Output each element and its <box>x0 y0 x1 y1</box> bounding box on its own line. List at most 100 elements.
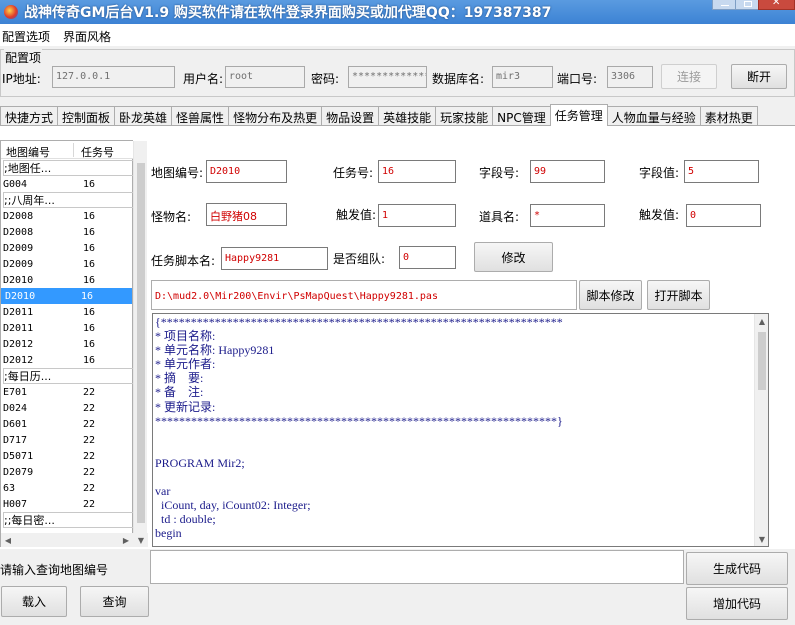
list-scrollbar[interactable] <box>133 141 147 547</box>
list-item[interactable]: ;每日历... <box>3 368 134 384</box>
field-value-field[interactable]: 5 <box>684 160 759 183</box>
column-task-no[interactable]: 任务号 <box>81 144 114 160</box>
script-path-box[interactable]: D:\mud2.0\Mir200\Envir\PsMapQuest\Happy9… <box>151 280 577 310</box>
password-field[interactable]: ************* <box>348 66 427 88</box>
add-code-button[interactable]: 增加代码 <box>686 587 788 620</box>
tab-task-management[interactable]: 任务管理 <box>549 104 608 126</box>
trigger-value2-field[interactable]: 0 <box>686 204 761 227</box>
list-item[interactable]: D2079 22 <box>3 464 134 480</box>
tab-monster-distribution[interactable]: 怪物分布及热更 <box>228 106 323 126</box>
close-button[interactable]: ✕ <box>758 0 795 10</box>
list-item-task-no: 22 <box>83 498 96 510</box>
menu-bar <box>0 24 795 46</box>
list-item[interactable]: D601 22 <box>3 416 134 432</box>
tab-hero-skills[interactable]: 英雄技能 <box>378 106 437 126</box>
port-field[interactable]: 3306 <box>607 66 653 88</box>
list-item[interactable]: D2012 16 <box>3 336 134 352</box>
app-icon <box>4 5 18 19</box>
list-item[interactable]: G004 16 <box>3 176 134 192</box>
load-button[interactable]: 载入 <box>1 586 67 617</box>
list-item[interactable]: D2012 16 <box>3 352 134 368</box>
generate-code-button[interactable]: 生成代码 <box>686 552 788 585</box>
list-item-map-id: D2011 <box>3 306 34 318</box>
team-field[interactable]: 0 <box>399 246 456 269</box>
task-no-field[interactable]: 16 <box>378 160 456 183</box>
list-item[interactable]: D2010 16 <box>1 288 132 304</box>
connect-button[interactable]: 连接 <box>661 64 717 89</box>
editor-scrollbar[interactable]: ▲ ▼ <box>754 314 768 546</box>
query-button[interactable]: 查询 <box>80 586 149 617</box>
list-scroll-thumb[interactable] <box>137 163 145 523</box>
item-name-field[interactable]: * <box>530 204 605 227</box>
username-field[interactable]: root <box>225 66 305 88</box>
script-path-text: D:\mud2.0\Mir200\Envir\PsMapQuest\Happy9… <box>155 291 438 302</box>
list-item-map-id: E701 <box>3 386 28 398</box>
tab-control-panel[interactable]: 控制面板 <box>57 106 116 126</box>
list-item-map-id: 63 <box>3 482 16 494</box>
maximize-button[interactable] <box>735 0 759 10</box>
list-item-map-id: D2079 <box>3 466 34 478</box>
scroll-right-icon[interactable]: ▶ <box>119 533 133 547</box>
list-item[interactable]: ;;八周年... <box>3 192 134 208</box>
modify-button[interactable]: 修改 <box>474 242 553 272</box>
disconnect-button[interactable]: 断开 <box>731 64 787 89</box>
trigger-value-field[interactable]: 1 <box>378 204 456 227</box>
list-item[interactable]: D2008 16 <box>3 208 134 224</box>
list-item-task-no: 22 <box>83 386 96 398</box>
field-no-field[interactable]: 99 <box>530 160 605 183</box>
list-item[interactable]: D2011 16 <box>3 304 134 320</box>
editor-scroll-down-icon[interactable]: ▼ <box>755 532 769 546</box>
list-item[interactable]: D2011 16 <box>3 320 134 336</box>
list-item[interactable]: ;;每日密... <box>3 512 134 528</box>
column-map-id[interactable]: 地图编号 <box>6 144 50 160</box>
minimize-button[interactable] <box>712 0 736 10</box>
list-item[interactable]: D717 22 <box>3 432 134 448</box>
list-item-task-no: 22 <box>83 418 96 430</box>
item-name-label: 道具名: <box>479 210 520 224</box>
tab-player-skills[interactable]: 玩家技能 <box>435 106 494 126</box>
list-item[interactable]: 63 22 <box>3 480 134 496</box>
trigger-value2-label: 触发值: <box>639 208 680 222</box>
tab-asset-hotupdate[interactable]: 素材热更 <box>699 106 758 126</box>
list-item-task-no: 22 <box>83 450 96 462</box>
scroll-left-icon[interactable]: ◀ <box>1 533 15 547</box>
team-label: 是否组队: <box>333 252 386 266</box>
list-item[interactable]: ;地图任... <box>3 160 134 176</box>
list-item[interactable]: D2009 16 <box>3 256 134 272</box>
tab-item-settings[interactable]: 物品设置 <box>321 106 380 126</box>
tab-monster-attributes[interactable]: 怪兽属性 <box>171 106 230 126</box>
script-code[interactable]: {***************************************… <box>155 315 753 541</box>
tab-hp-experience[interactable]: 人物血量与经验 <box>606 106 701 126</box>
list-item[interactable]: D2008 16 <box>3 224 134 240</box>
tab-wolong-hero[interactable]: 卧龙英雄 <box>114 106 173 126</box>
list-item[interactable]: D2009 16 <box>3 240 134 256</box>
map-id-field[interactable]: D2010 <box>206 160 287 183</box>
db-name-field[interactable]: mir3 <box>492 66 553 88</box>
list-item[interactable]: D2010 16 <box>3 272 134 288</box>
ip-field[interactable]: 127.0.0.1 <box>52 66 175 88</box>
tab-npc-management[interactable]: NPC管理 <box>492 106 551 126</box>
list-item-map-id: ;每日历... <box>4 370 52 383</box>
menu-config-options[interactable]: 配置选项 <box>2 28 50 45</box>
list-header: 地图编号 任务号 <box>1 141 133 159</box>
monster-name-field[interactable]: 白野猪08 <box>206 203 287 226</box>
window-title: 战神传奇GM后台V1.9 购买软件请在软件登录界面购买或加代理QQ：197387… <box>24 5 552 21</box>
list-item-map-id: H007 <box>3 498 28 510</box>
editor-scroll-up-icon[interactable]: ▲ <box>755 314 769 328</box>
list-item[interactable]: E701 22 <box>3 384 134 400</box>
scroll-down-icon[interactable]: ▼ <box>134 533 148 547</box>
tab-shortcuts[interactable]: 快捷方式 <box>0 106 59 126</box>
list-item[interactable]: D024 22 <box>3 400 134 416</box>
code-input[interactable] <box>150 550 684 584</box>
script-name-field[interactable]: Happy9281 <box>221 247 328 270</box>
list-item-task-no: 16 <box>83 306 96 318</box>
list-item-task-no: 16 <box>83 274 96 286</box>
menu-ui-style[interactable]: 界面风格 <box>63 28 111 45</box>
list-hscrollbar[interactable]: ◀ ▶ ▼ <box>1 533 148 547</box>
field-no-label: 字段号: <box>479 166 520 180</box>
script-modify-button[interactable]: 脚本修改 <box>579 280 642 310</box>
open-script-button[interactable]: 打开脚本 <box>647 280 710 310</box>
list-item[interactable]: D5071 22 <box>3 448 134 464</box>
editor-scroll-thumb[interactable] <box>758 332 766 390</box>
list-item[interactable]: H007 22 <box>3 496 134 512</box>
